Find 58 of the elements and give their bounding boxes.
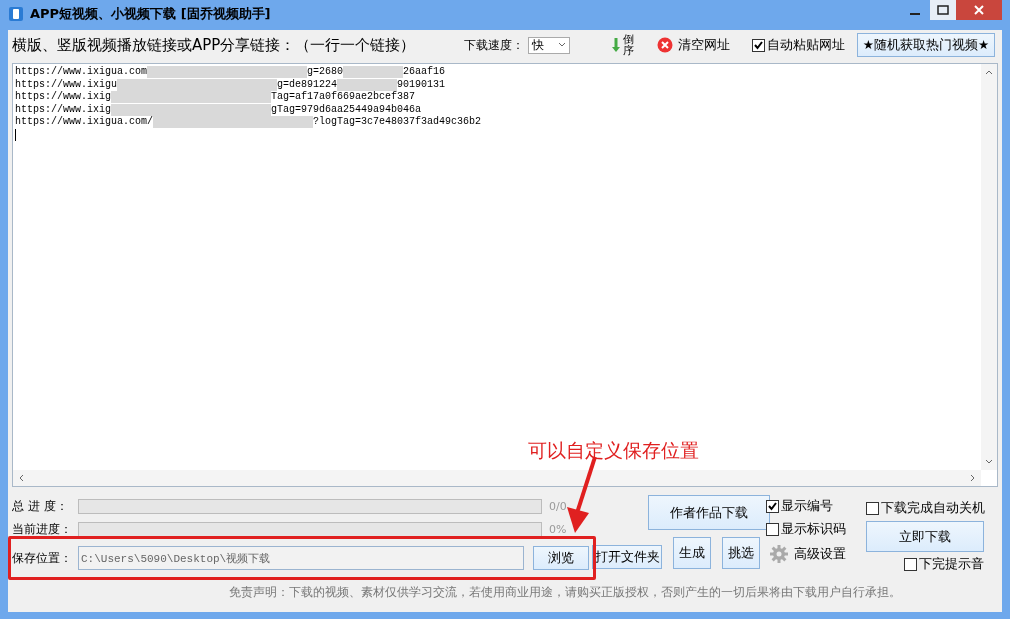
text-cursor <box>15 128 16 141</box>
save-path-field[interactable]: C:\Users\5090\Desktop\视频下载 <box>78 546 524 570</box>
browse-button[interactable]: 浏览 <box>533 546 589 570</box>
download-now-button[interactable]: 立即下载 <box>866 521 984 552</box>
finish-sound-checkbox[interactable]: 下完提示音 <box>904 556 984 573</box>
disclaimer-text: 免责声明：下载的视频、素材仅供学习交流，若使用商业用途，请购买正版授权，否则产生的一切后果将由下载用户自行承担。 <box>228 585 902 600</box>
minimize-icon <box>910 13 920 15</box>
url-text: https://www.ixigua.com <box>15 66 148 79</box>
gear-icon <box>770 545 788 563</box>
url-text: Tag=af17a0f669ae2bcef387 <box>271 91 416 104</box>
chevron-left-icon[interactable] <box>19 474 24 482</box>
auto-paste-checkbox[interactable]: 自动粘贴网址 <box>752 36 845 54</box>
maximize-icon <box>937 5 949 15</box>
instruction-label: 横版、竖版视频播放链接或APP分享链接：（一行一个链接） <box>12 35 417 55</box>
url-text: https://www.ixig <box>15 91 111 104</box>
url-text: https://www.ixigu <box>15 78 118 91</box>
random-hot-videos-button[interactable]: ★随机获取热门视频★ <box>857 33 995 57</box>
url-text: https://www.ixigua.com/ <box>15 116 154 129</box>
progress-reading: 0% <box>549 523 567 536</box>
url-text: g=de891224 <box>277 78 338 91</box>
speed-dropdown[interactable]: 快 <box>528 36 570 54</box>
blurred-region <box>337 78 398 91</box>
progress-label: 总 进 度： <box>12 498 69 515</box>
blurred-region <box>343 66 404 78</box>
progress-reading: 0/0 <box>549 500 567 513</box>
auto-shutdown-checkbox[interactable]: 下载完成自动关机 <box>866 500 986 517</box>
close-icon <box>973 4 985 16</box>
url-text: ?logTag=3c7e48037f3ad49c36b2 <box>313 116 482 129</box>
maximize-button[interactable] <box>930 0 956 20</box>
author-works-download-button[interactable]: 作者作品下载 <box>648 495 770 530</box>
horizontal-scrollbar[interactable] <box>13 470 981 486</box>
reverse-order-button[interactable]: 倒序 <box>612 34 635 56</box>
checkmark-icon <box>753 39 764 51</box>
window-title: APP短视频、小视频下载 [固乔视频助手] <box>30 5 271 23</box>
progress-label: 当前进度： <box>12 521 73 538</box>
url-text: 26aaf16 <box>403 66 446 79</box>
save-location-label: 保存位置： <box>12 549 73 567</box>
url-text: 90190131 <box>397 78 446 91</box>
app-icon <box>8 6 24 22</box>
url-text: gTag=979d6aa25449a94b046a <box>271 103 422 116</box>
advanced-settings-button[interactable]: 高级设置 <box>770 545 846 563</box>
clear-urls-button[interactable]: 清空网址 <box>657 36 730 54</box>
checkmark-icon <box>767 501 778 512</box>
chevron-up-icon[interactable] <box>985 70 993 75</box>
generate-button[interactable]: 生成 <box>673 537 711 569</box>
speed-label: 下载速度： <box>464 36 524 54</box>
chevron-down-icon[interactable] <box>985 459 993 464</box>
x-circle-icon <box>657 37 673 53</box>
down-arrow-icon <box>612 37 620 53</box>
url-input-area[interactable] <box>12 63 998 487</box>
pick-button[interactable]: 挑选 <box>722 537 760 569</box>
open-folder-button[interactable]: 打开文件夹 <box>592 545 662 569</box>
chevron-right-icon[interactable] <box>970 474 975 482</box>
chevron-down-icon <box>558 42 566 48</box>
url-text: https://www.ixig <box>15 103 111 116</box>
vertical-scrollbar[interactable] <box>981 64 997 470</box>
close-button[interactable] <box>956 0 1002 20</box>
url-text: g=2680 <box>307 66 344 79</box>
